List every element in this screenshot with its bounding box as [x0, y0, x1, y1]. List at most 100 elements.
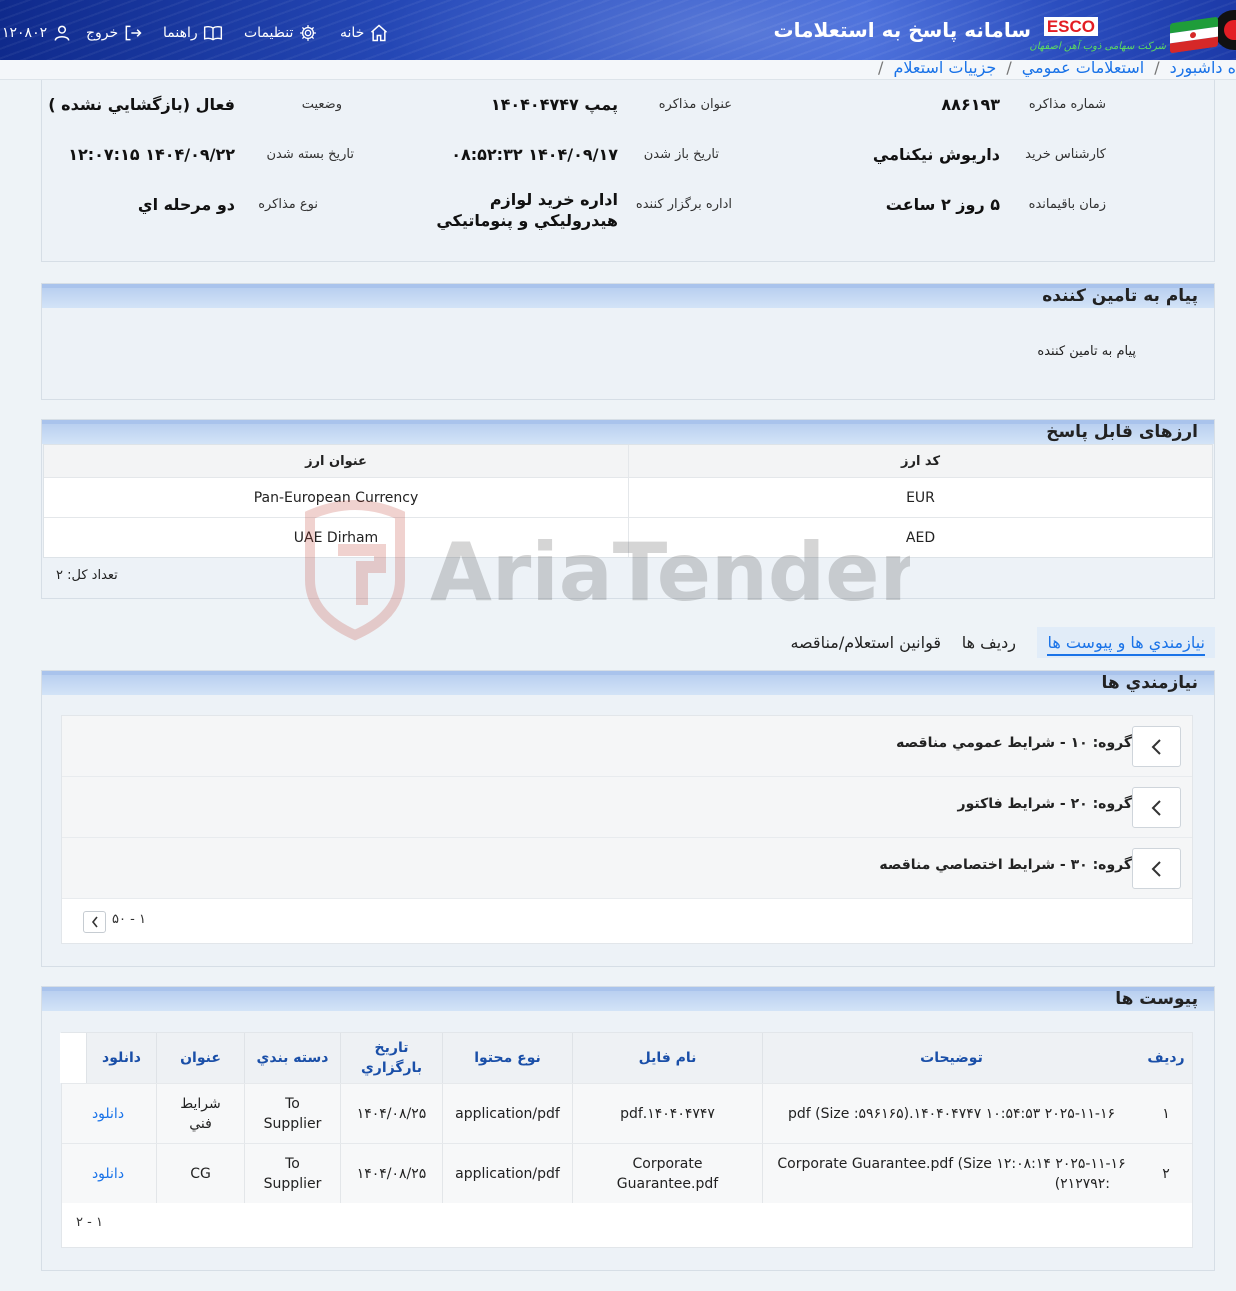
pager-range: ۱ - ۵۰: [112, 912, 146, 927]
breadcrumb: ه داشبورد / استعلامات عمومي / جزييات است…: [878, 58, 1236, 80]
chevron-left-icon: [91, 916, 98, 928]
tab-rules[interactable]: قوانين استعلام/مناقصه: [790, 633, 941, 652]
breadcrumb-public[interactable]: استعلامات عمومي: [1022, 58, 1145, 80]
nav-logout-label: خروج: [86, 25, 119, 41]
label-negotiation-type: نوع مذاکره: [258, 197, 318, 212]
panel-header: [42, 284, 1214, 308]
nav-help[interactable]: راهنما: [163, 22, 223, 44]
col-mime[interactable]: نوع محتوا: [442, 1033, 572, 1083]
label-status: وضعيت: [301, 97, 342, 112]
download-link[interactable]: دانلود: [60, 1144, 156, 1203]
currencies-title: ارزهای قابل پاسخ: [1046, 422, 1198, 442]
value-negotiation-title: پمپ ۱۴۰۴۰۴۷۴۷: [490, 95, 618, 114]
pager: ۱ - ۵۰: [62, 899, 1192, 943]
chevron-left-icon: [1151, 860, 1161, 877]
cell-filename-line1: Corporate: [632, 1155, 703, 1172]
col-filename[interactable]: نام فايل: [572, 1033, 762, 1083]
table-header: رديف توضيحات نام فايل نوع محتوا تاريخ با…: [60, 1033, 1192, 1083]
gear-icon: [300, 25, 317, 41]
pager-prev-button[interactable]: [83, 911, 106, 933]
tab-requirements[interactable]: نيازمندي ها و پيوست ها: [1037, 627, 1215, 658]
label-remaining-time: زمان باقيمانده: [1028, 197, 1106, 212]
cell-filename: ۱۴۰۴۰۴۷۴۷.pdf: [572, 1084, 762, 1143]
nav-home-label: خانه: [340, 25, 365, 41]
expand-button[interactable]: [1132, 787, 1181, 828]
nav-settings[interactable]: تنظیمات: [244, 22, 318, 44]
label-organizer: اداره برگزار کننده: [635, 197, 732, 212]
label-open-date: تاريخ باز شدن: [643, 147, 719, 162]
cell-category-line2: Supplier: [263, 1115, 322, 1132]
nav-settings-label: تنظیمات: [244, 25, 294, 41]
label-buyer: کارشناس خريد: [1025, 147, 1106, 162]
panel-header: [42, 987, 1214, 1011]
cell-category-line1: To: [285, 1095, 300, 1112]
cell-title: CG: [156, 1144, 244, 1203]
supplier-message-body: پيام به تامين کننده: [1037, 344, 1136, 359]
brand-subtitle: شرکت سهامی ذوب آهن اصفهان: [1029, 41, 1166, 52]
download-link[interactable]: دانلود: [60, 1084, 156, 1143]
tab-requirements-label: نيازمندي ها و پيوست ها: [1047, 633, 1205, 656]
breadcrumb-dashboard[interactable]: ه داشبورد: [1170, 58, 1236, 80]
currencies-table: عنوان ارز کد ارز Pan-European Currency E…: [43, 444, 1213, 558]
value-status: فعال (بازگشايي نشده ): [48, 95, 235, 114]
cell-category-line2: Supplier: [263, 1175, 322, 1192]
user-id: ۱۲۰۸۰۲: [2, 25, 48, 41]
cell-title-line2: فني: [189, 1115, 212, 1132]
list-item[interactable]: گروه: ۲۰ - شرايط فاکتور: [62, 777, 1192, 838]
value-close-date: ۱۴۰۴/۰۹/۲۲ ۱۲:۰۷:۱۵: [68, 145, 235, 164]
expand-button[interactable]: [1132, 726, 1181, 767]
expand-button[interactable]: [1132, 848, 1181, 889]
cell-mime: application/pdf: [442, 1144, 572, 1203]
cell-mime: application/pdf: [442, 1084, 572, 1143]
details-panel: شماره مذاکره ۸۸۶۱۹۳ کارشناس خريد داريوش …: [41, 80, 1215, 262]
panel-header: [42, 671, 1214, 695]
cell-currency-code: EUR: [906, 489, 935, 506]
list-item[interactable]: گروه: ۳۰ - شرايط اختصاصي مناقصه: [62, 838, 1192, 899]
value-buyer: داريوش نيکنامي: [872, 145, 1000, 164]
attachments-title: پيوست ها: [1115, 989, 1198, 1009]
table-row: ۱ ۲۰۲۵-۱۱-۱۶ ۱۰:۵۴:۵۳ ۱۴۰۴۰۴۷۴۷.pdf (Siz…: [62, 1083, 1192, 1143]
cell-row: ۱: [1162, 1105, 1170, 1122]
breadcrumb-current: جزييات استعلام: [893, 58, 997, 77]
col-title[interactable]: عنوان: [156, 1033, 244, 1083]
breadcrumb-separator: /: [878, 58, 884, 77]
cell-category-line1: To: [285, 1155, 300, 1172]
supplier-message-title: پيام به تامين کننده: [1042, 286, 1198, 306]
tab-rows[interactable]: رديف ها: [962, 633, 1016, 652]
nav-user[interactable]: ۱۲۰۸۰۲: [2, 22, 72, 44]
value-organizer-line1: اداره خريد لوازم: [489, 190, 618, 209]
col-currency-code[interactable]: کد ارز: [629, 445, 1212, 477]
value-organizer-line2: هيدروليکي و پنوماتيکي: [436, 211, 618, 230]
top-header: ESCO شرکت سهامی ذوب آهن اصفهان سامانه پا…: [0, 0, 1236, 60]
value-negotiation-type: دو مرحله اي: [137, 195, 235, 214]
cell-upload-date: ۱۴۰۴/۰۸/۲۵: [340, 1084, 442, 1143]
label-close-date: تاريخ بسته شدن: [266, 147, 354, 162]
requirements-title: نيازمندي ها: [1101, 673, 1198, 693]
group-label: گروه: ۱۰ - شرايط عمومي مناقصه: [896, 735, 1132, 751]
label-negotiation-number: شماره مذاکره: [1028, 97, 1106, 112]
table-header: عنوان ارز کد ارز: [44, 445, 1212, 477]
col-description[interactable]: توضيحات: [762, 1033, 1140, 1083]
header-spacer: [60, 1033, 86, 1083]
cell-description: ۲۰۲۵-۱۱-۱۶ ۱۲:۰۸:۱۴ Corporate Guarantee.…: [762, 1144, 1140, 1203]
col-download[interactable]: دانلود: [86, 1033, 156, 1083]
col-row[interactable]: رديف: [1140, 1033, 1192, 1083]
chevron-left-icon: [1151, 738, 1161, 755]
cell-filename: Corporate Guarantee.pdf: [572, 1144, 762, 1203]
nav-home[interactable]: خانه: [340, 22, 389, 44]
list-item[interactable]: گروه: ۱۰ - شرايط عمومي مناقصه: [62, 716, 1192, 777]
logout-icon: [125, 25, 142, 41]
book-icon: [203, 25, 222, 41]
breadcrumb-separator: /: [1006, 58, 1012, 77]
cell-upload-date: ۱۴۰۴/۰۸/۲۵: [340, 1144, 442, 1203]
col-category[interactable]: دسته بندي: [244, 1033, 340, 1083]
nav-logout[interactable]: خروج: [86, 22, 143, 44]
cell-currency-code: AED: [905, 529, 936, 546]
pager-range: ۱ - ۲: [76, 1215, 103, 1230]
pager: ۱ - ۲: [62, 1203, 1192, 1247]
col-currency-name[interactable]: عنوان ارز: [44, 445, 629, 477]
value-open-date: ۱۴۰۴/۰۹/۱۷ ۰۸:۵۲:۳۲: [451, 145, 618, 164]
group-label: گروه: ۳۰ - شرايط اختصاصي مناقصه: [879, 857, 1132, 873]
col-upload-date[interactable]: تاريخ بارگزاري: [340, 1033, 442, 1083]
table-row: ۲ ۲۰۲۵-۱۱-۱۶ ۱۲:۰۸:۱۴ Corporate Guarante…: [62, 1143, 1192, 1203]
